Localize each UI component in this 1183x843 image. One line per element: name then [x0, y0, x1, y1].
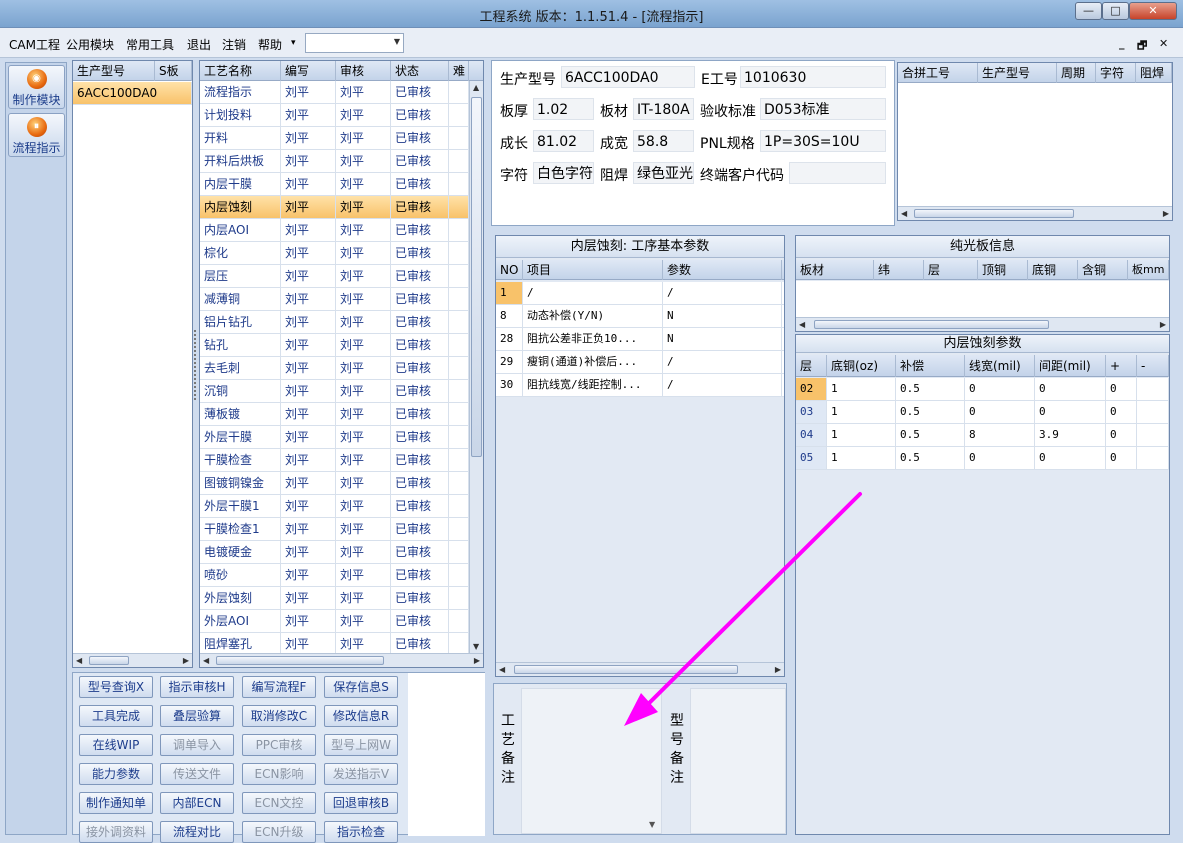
annotation-arrow — [624, 492, 862, 726]
arrow-shaft — [630, 492, 862, 722]
